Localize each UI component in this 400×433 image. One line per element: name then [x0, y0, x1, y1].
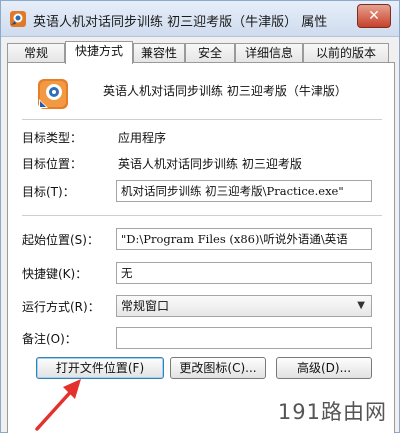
app-icon-small: [10, 11, 26, 27]
run-label: 运行方式(R)：: [22, 300, 100, 314]
shortcut-name[interactable]: 英语人机对话同步训练 初三迎考版（牛津版）: [98, 79, 376, 103]
comment-input[interactable]: [116, 327, 372, 349]
divider: [22, 215, 382, 216]
shortcut-key-input[interactable]: 无: [116, 262, 372, 284]
tab-security[interactable]: 安全: [185, 43, 235, 63]
tab-shortcut[interactable]: 快捷方式: [65, 41, 133, 64]
tab-general[interactable]: 常规: [7, 43, 65, 63]
target-type-label: 目标类型：: [22, 131, 83, 145]
window-title: 英语人机对话同步训练 初三迎考版（牛津版） 属性: [33, 15, 328, 30]
change-icon-button[interactable]: 更改图标(C)...: [170, 357, 266, 379]
start-in-input[interactable]: "D:\Program Files (x86)\听说外语通\英语: [116, 228, 372, 250]
run-select-value: 常规窗口: [121, 299, 170, 313]
comment-label: 备注(O)：: [22, 332, 77, 346]
target-label: 目标(T)：: [22, 185, 75, 199]
run-select[interactable]: 常规窗口 ▼: [116, 295, 372, 317]
divider: [22, 119, 382, 120]
tab-previous-versions[interactable]: 以前的版本: [303, 43, 389, 63]
target-type-value: 应用程序: [118, 131, 167, 145]
properties-window: 英语人机对话同步训练 初三迎考版（牛津版） 属性 ✕ 常规 快捷方式 兼容性 安…: [0, 0, 400, 433]
title-bar: 英语人机对话同步训练 初三迎考版（牛津版） 属性 ✕: [1, 1, 399, 37]
app-icon: [38, 79, 68, 109]
target-location-label: 目标位置：: [22, 157, 83, 171]
close-button[interactable]: ✕: [357, 4, 391, 28]
start-in-label: 起始位置(S)：: [22, 233, 99, 247]
chevron-down-icon: ▼: [357, 300, 365, 311]
target-input[interactable]: 机对话同步训练 初三迎考版\Practice.exe": [116, 180, 372, 202]
shortcut-key-label: 快捷键(K)：: [22, 267, 88, 281]
target-location-value: 英语人机对话同步训练 初三迎考版: [118, 157, 302, 171]
annotation-arrow-icon: [35, 379, 81, 431]
watermark: 191路由网: [277, 400, 387, 424]
tab-compatibility[interactable]: 兼容性: [133, 43, 185, 63]
tab-strip: 常规 快捷方式 兼容性 安全 详细信息 以前的版本: [7, 41, 395, 64]
tab-details[interactable]: 详细信息: [235, 43, 303, 63]
advanced-button[interactable]: 高级(D)...: [276, 357, 372, 379]
